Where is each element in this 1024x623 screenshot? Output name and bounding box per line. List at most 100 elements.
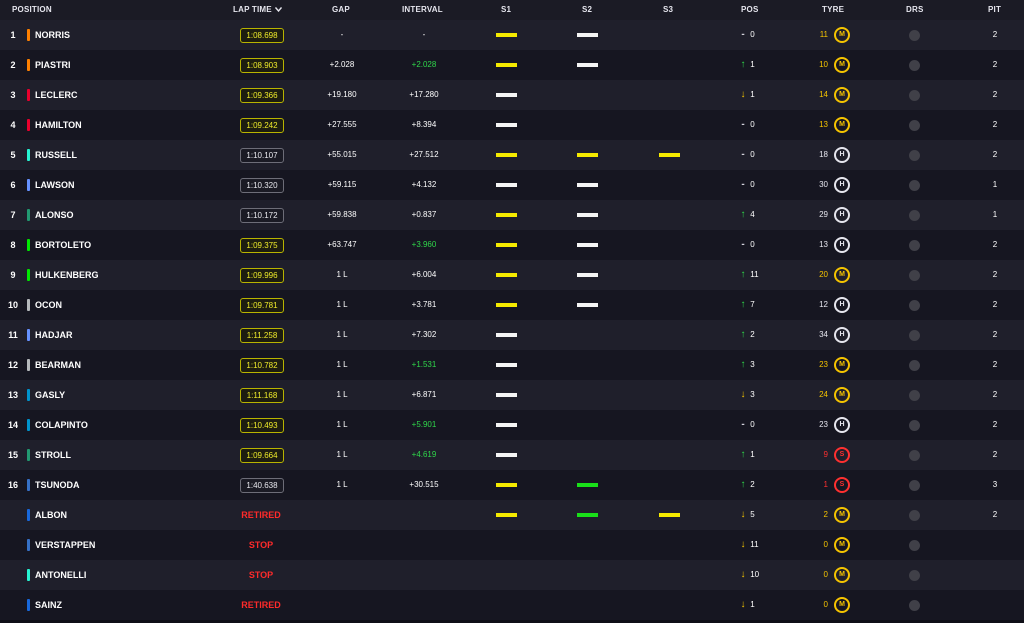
position-change: ↑ 1 xyxy=(738,50,778,80)
gap-value: 1 L xyxy=(336,390,348,399)
driver-name: TSUNODA xyxy=(35,480,80,490)
driver-name: PIASTRI xyxy=(35,60,71,70)
lap-time: 1:09.242 xyxy=(240,118,284,133)
team-color-bar xyxy=(27,179,30,191)
pit-count: 2 xyxy=(992,60,998,69)
drs-indicator-icon xyxy=(909,210,920,221)
s3-column-header[interactable]: S3 xyxy=(663,0,673,20)
gap-value: 1 L xyxy=(336,450,348,459)
timing-table: POSITION LAP TIME GAP INTERVAL S1 S2 S3 … xyxy=(0,0,1024,623)
s1-sector-bar xyxy=(496,273,517,277)
pit-count: 2 xyxy=(992,240,998,249)
lap-time-column-header[interactable]: LAP TIME xyxy=(233,0,282,20)
team-color-bar xyxy=(27,59,30,71)
drs-indicator-icon xyxy=(909,330,920,341)
pos-column-header[interactable]: POS xyxy=(741,0,759,20)
tyre-laps: 0 xyxy=(823,540,828,549)
pit-count: 2 xyxy=(992,510,998,519)
tyre-compound-icon: M xyxy=(834,117,850,133)
s1-sector-bar xyxy=(496,363,517,367)
driver-name: HULKENBERG xyxy=(35,270,99,280)
arrow-down-icon: ↓ xyxy=(740,389,746,400)
table-row[interactable]: 11 HADJAR 1:11.258 1 L +7.302 ↑ 2 34 H 2 xyxy=(0,320,1024,350)
driver-name: STROLL xyxy=(35,450,71,460)
interval-value xyxy=(394,590,454,620)
pit-count: 2 xyxy=(992,420,998,429)
table-row[interactable]: 3 LECLERC 1:09.366 +19.180 +17.280 ↓ 1 14 M 2 xyxy=(0,80,1024,110)
table-row[interactable]: SAINZ RETIRED ↓ 1 0M xyxy=(0,590,1024,620)
table-row[interactable]: 6 LAWSON 1:10.320 +59.115 +4.132 - 0 30 H 1 xyxy=(0,170,1024,200)
table-row[interactable]: 16 TSUNODA 1:40.638 1 L +30.515 ↑ 2 1S 3 xyxy=(0,470,1024,500)
s2-sector-bar xyxy=(577,513,598,517)
gap-value: 1 L xyxy=(336,270,348,279)
tyre-compound-icon: M xyxy=(834,597,850,613)
s2-sector-bar xyxy=(577,63,598,67)
position-change-value: 4 xyxy=(750,210,755,219)
interval-value: +2.028 xyxy=(411,60,437,69)
table-row[interactable]: 1 NORRIS 1:08.698- - - 0 11 M 2 xyxy=(0,20,1024,50)
s2-column-header[interactable]: S2 xyxy=(582,0,592,20)
s1-column-header[interactable]: S1 xyxy=(501,0,511,20)
position-change: ↓ 10 xyxy=(738,560,778,590)
pit-column-header[interactable]: PIT xyxy=(988,0,1001,20)
position-change: ↑ 7 xyxy=(738,290,778,320)
lap-time: STOP xyxy=(248,540,274,550)
table-row[interactable]: 8 BORTOLETO 1:09.375 +63.747 +3.960 - 0 13 H 2 xyxy=(0,230,1024,260)
table-row[interactable]: ANTONELLI STOP ↓ 10 0 M xyxy=(0,560,1024,590)
gap-value: +27.555 xyxy=(327,120,357,129)
table-row[interactable]: 9 HULKENBERG 1:09.996 1 L +6.004 ↑ 11 20 M 2 xyxy=(0,260,1024,290)
drs-indicator-icon xyxy=(909,270,920,281)
team-color-bar xyxy=(27,299,30,311)
position-number: 12 xyxy=(7,360,18,370)
tyre-laps: 29 xyxy=(819,210,828,219)
table-row[interactable]: ALBON RETIRED ↓ 52M2 xyxy=(0,500,1024,530)
lap-time: 1:09.375 xyxy=(240,238,284,253)
s1-sector-bar xyxy=(496,303,517,307)
table-row[interactable]: 15 STROLL 1:09.664 1 L +4.619 ↑ 1 9S 2 xyxy=(0,440,1024,470)
position-number: 5 xyxy=(10,150,16,160)
gap-column-header[interactable]: GAP xyxy=(332,0,350,20)
drs-indicator-icon xyxy=(909,390,920,401)
position-column-header[interactable]: POSITION xyxy=(12,0,52,20)
tyre-compound-icon: M xyxy=(834,27,850,43)
lap-time: 1:10.172 xyxy=(240,208,284,223)
drs-indicator-icon xyxy=(909,90,920,101)
table-row[interactable]: 10 OCON 1:09.781 1 L +3.781 ↑ 7 12 H 2 xyxy=(0,290,1024,320)
driver-name: SAINZ xyxy=(35,600,62,610)
table-row[interactable]: 13 GASLY 1:11.168 1 L +6.871 ↓ 3 24 M 2 xyxy=(0,380,1024,410)
tyre-laps: 13 xyxy=(819,240,828,249)
table-row[interactable]: 5 RUSSELL 1:10.107 +55.015 +27.512 - 0 18 H 2 xyxy=(0,140,1024,170)
interval-column-header[interactable]: INTERVAL xyxy=(402,0,443,20)
team-color-bar xyxy=(27,389,30,401)
tyre-column-header[interactable]: TYRE xyxy=(822,0,844,20)
s1-sector-bar xyxy=(496,33,517,37)
driver-name: GASLY xyxy=(35,390,66,400)
position-number: 9 xyxy=(10,270,16,280)
drs-column-header[interactable]: DRS xyxy=(906,0,924,20)
table-row[interactable]: 2 PIASTRI 1:08.903 +2.028 +2.028 ↑ 1 10 M 2 xyxy=(0,50,1024,80)
table-row[interactable]: 7 ALONSO 1:10.172 +59.838 +0.837 ↑ 4 29 H 1 xyxy=(0,200,1024,230)
position-change: - 0 xyxy=(738,20,778,50)
dash-icon: - xyxy=(741,239,745,250)
driver-name: ALONSO xyxy=(35,210,74,220)
s3-sector-bar xyxy=(659,513,680,517)
tyre-compound-icon: S xyxy=(834,447,850,463)
position-change: ↑ 3 xyxy=(738,350,778,380)
table-row[interactable]: 14 COLAPINTO 1:10.493 1 L +5.901 - 0 23 H 2 xyxy=(0,410,1024,440)
position-number: 15 xyxy=(7,450,18,460)
tyre-laps: 1 xyxy=(823,480,828,489)
gap-value: 1 L xyxy=(336,420,348,429)
position-number: 6 xyxy=(10,180,16,190)
lap-time: STOP xyxy=(248,570,274,580)
tyre-laps: 20 xyxy=(819,270,828,279)
tyre-laps: 2 xyxy=(823,510,828,519)
table-row[interactable]: 12 BEARMAN 1:10.782 1 L +1.531 ↑ 3 23 M 2 xyxy=(0,350,1024,380)
arrow-up-icon: ↑ xyxy=(740,329,746,340)
pit-count xyxy=(985,590,1005,620)
table-row[interactable]: 4 HAMILTON 1:09.242 +27.555 +8.394 - 0 13 M 2 xyxy=(0,110,1024,140)
pit-count: 2 xyxy=(992,330,998,339)
table-row[interactable]: VERSTAPPEN STOP ↓ 11 0 M xyxy=(0,530,1024,560)
dash-icon: - xyxy=(741,419,745,430)
tyre-compound-icon: H xyxy=(834,237,850,253)
team-color-bar xyxy=(27,569,30,581)
